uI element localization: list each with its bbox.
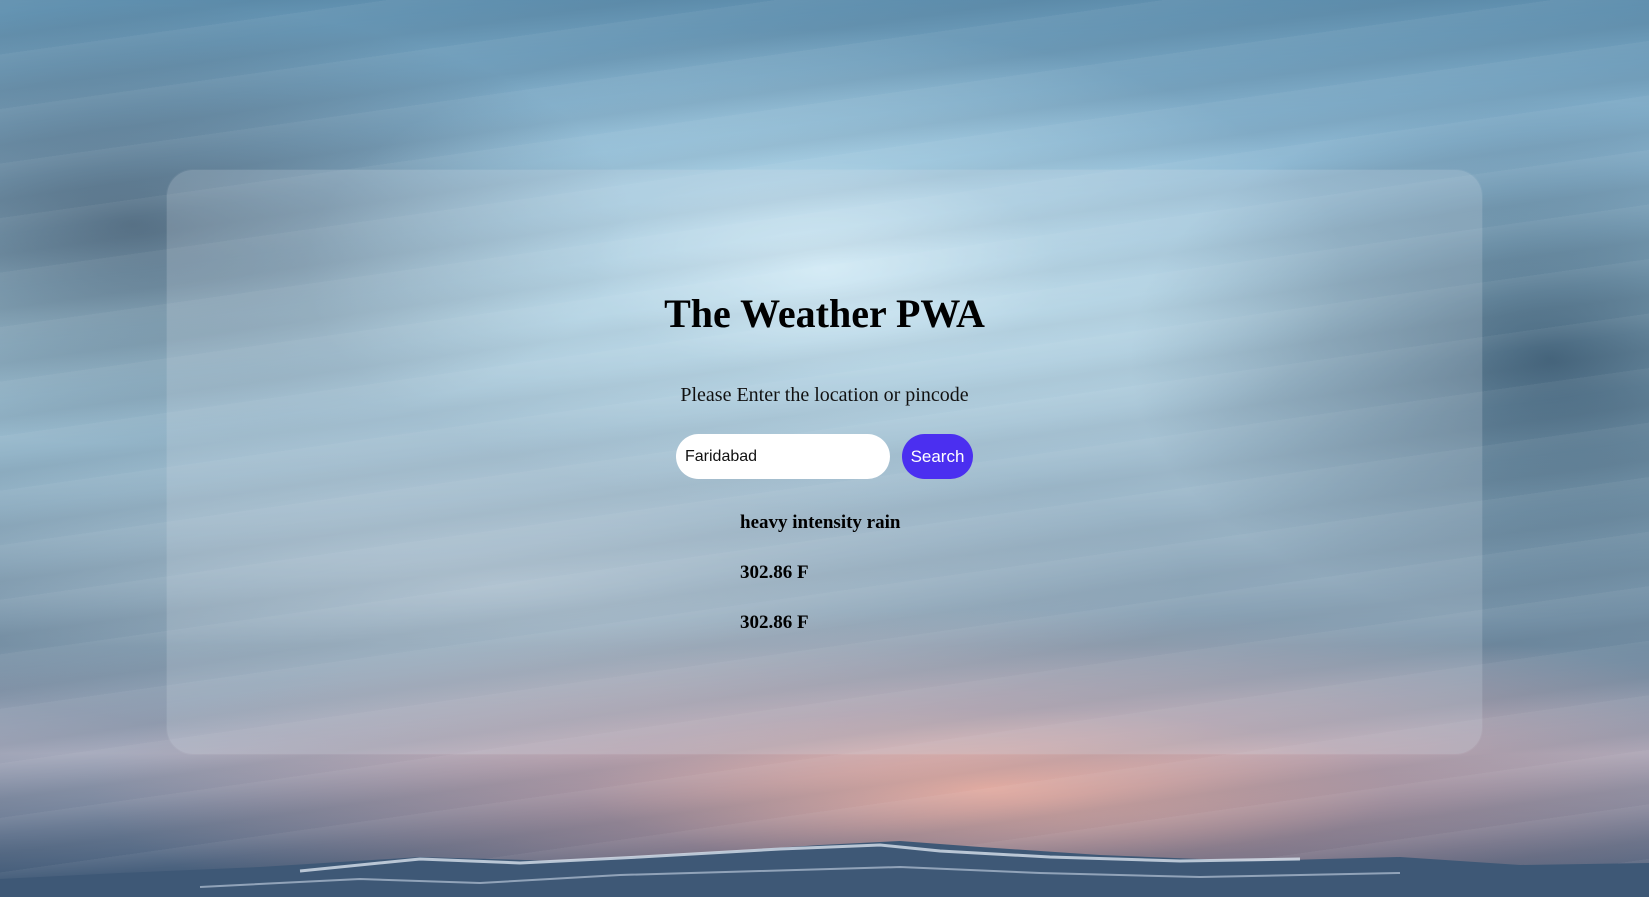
weather-description: heavy intensity rain [740,512,901,533]
location-search-input[interactable] [676,434,890,479]
location-prompt: Please Enter the location or pincode [680,384,969,406]
temperature-value: 302.86 F [740,562,809,583]
feels-like-temperature: 302.86 F [740,612,809,633]
search-button[interactable]: Search [902,434,973,479]
snowy-mountain-range [0,841,1649,897]
weather-app-page: { "app": { "title": "The Weather PWA", "… [0,0,1649,897]
page-title: The Weather PWA [664,291,985,336]
